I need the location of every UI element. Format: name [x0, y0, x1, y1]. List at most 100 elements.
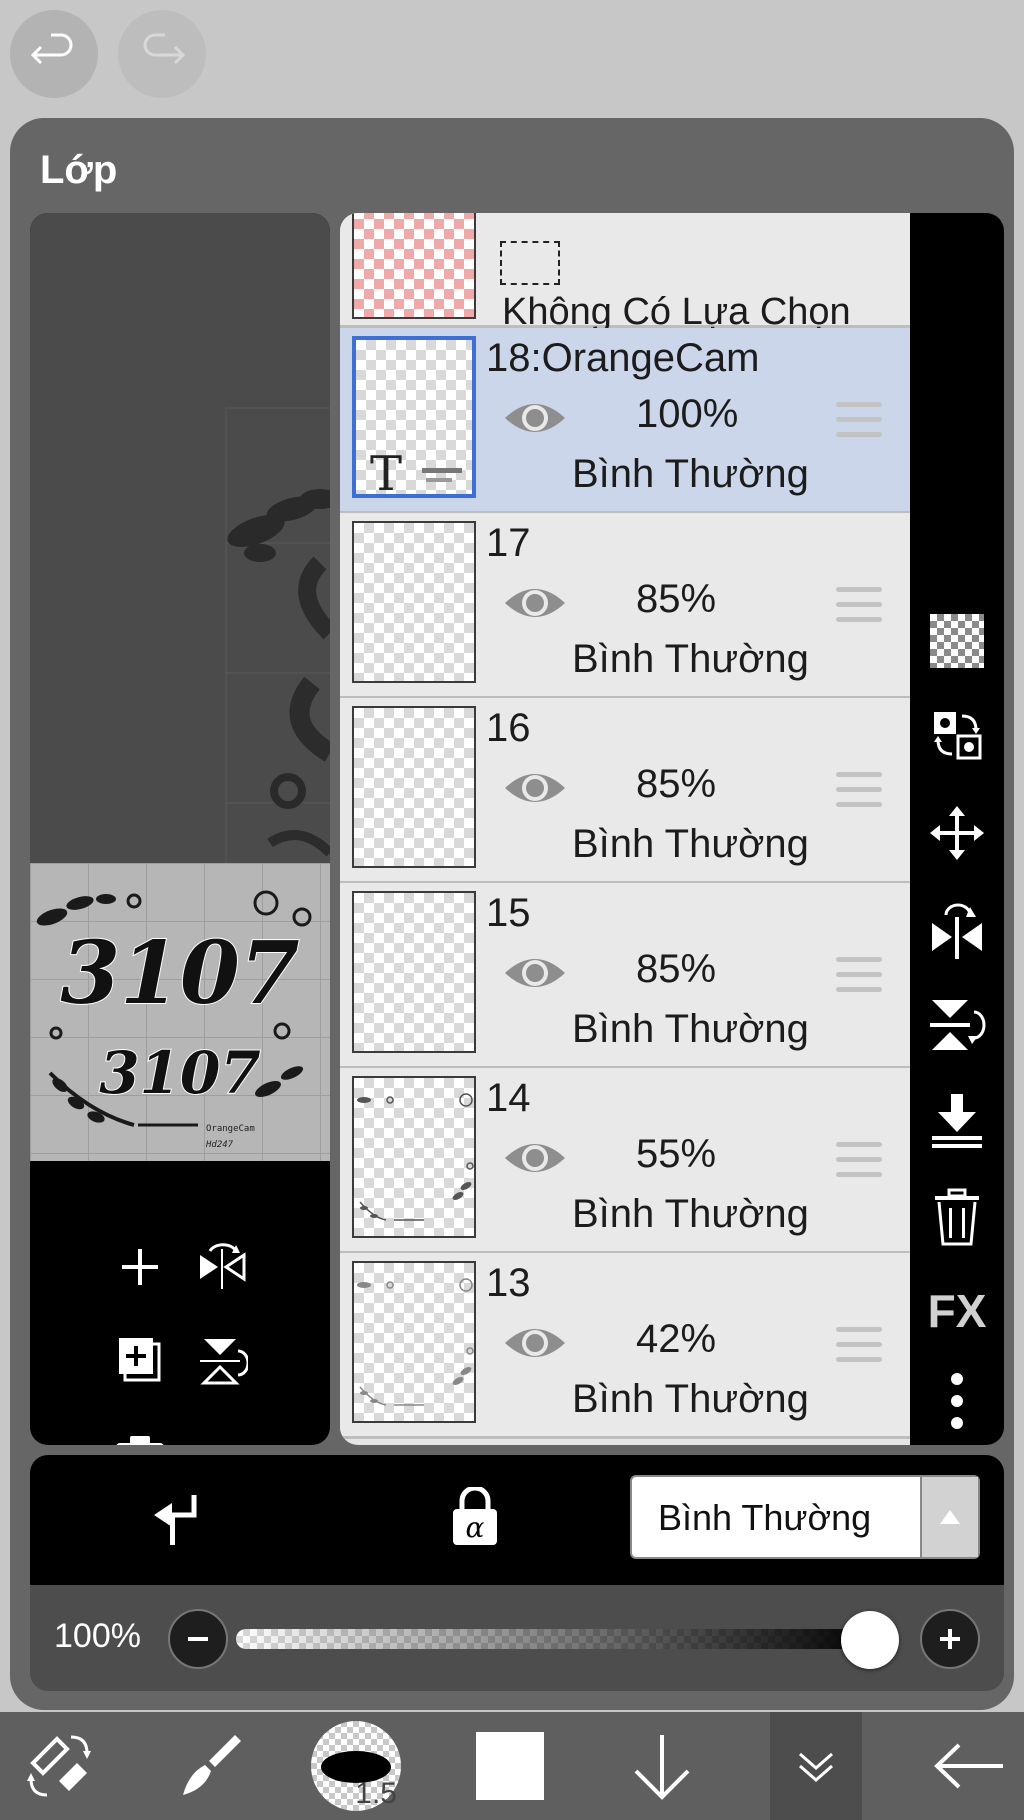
thumbnail-text-mark	[422, 468, 462, 473]
layer-thumbnail: T	[352, 336, 476, 498]
eye-icon	[505, 959, 565, 987]
flip-layer-horizontal-button[interactable]	[194, 1239, 250, 1295]
move-icon	[930, 806, 984, 860]
transform-eraser-icon	[27, 1735, 91, 1797]
layer-thumbnail	[352, 1076, 476, 1238]
eye-icon	[505, 404, 565, 432]
duplicate-layer-button[interactable]	[112, 1333, 168, 1389]
camera-button[interactable]	[112, 1427, 168, 1445]
selection-layer-row[interactable]: Không Có Lựa Chọn	[340, 213, 910, 333]
opacity-decrease-button[interactable]	[168, 1609, 228, 1669]
layer-opacity: 85%	[636, 947, 717, 991]
layer-thumbnail	[352, 891, 476, 1053]
layer-name: 17	[486, 521, 531, 565]
flip-horizontal-button[interactable]	[927, 901, 987, 961]
layer-blend-mode: Bình Thường	[572, 1192, 809, 1236]
flip-vertical-icon	[930, 1000, 986, 1050]
add-layer-icon	[119, 1338, 161, 1382]
import-button[interactable]	[612, 1712, 712, 1820]
visibility-toggle[interactable]	[502, 951, 568, 1000]
thumbnail-artwork: 3107 3107 OrangeCam Hd247	[36, 890, 312, 1150]
delete-layer-button[interactable]	[927, 1187, 987, 1247]
layer-row-13[interactable]: 13 42% Bình Thường	[340, 1253, 910, 1439]
layer-name: 14	[486, 1076, 531, 1120]
visibility-toggle[interactable]	[502, 1136, 568, 1185]
blend-mode-value: Bình Thường	[658, 1497, 872, 1538]
layer-blend-mode: Bình Thường	[572, 1377, 809, 1421]
flip-horizontal-icon	[200, 1243, 246, 1289]
visibility-toggle[interactable]	[502, 396, 568, 445]
fx-button[interactable]: FX	[927, 1281, 987, 1341]
layer-row-14[interactable]: 14 55% Bình Thường	[340, 1068, 910, 1254]
layer-options-bar: α Bình Thường	[30, 1455, 1004, 1585]
drag-handle-icon[interactable]	[836, 402, 882, 447]
canvas-preview[interactable]	[30, 213, 330, 863]
layer-name: 13	[486, 1261, 531, 1305]
canvas-thumbnail[interactable]: 3107 3107 OrangeCam Hd247	[30, 863, 330, 1161]
drag-handle-icon[interactable]	[836, 1142, 882, 1187]
blend-mode-select[interactable]: Bình Thường	[630, 1475, 980, 1559]
brush-size-button[interactable]: 1.5	[306, 1712, 406, 1820]
layer-name: 16	[486, 706, 531, 750]
trash-icon	[935, 1188, 979, 1246]
arrow-left-icon	[934, 1743, 1003, 1789]
layer-blend-mode: Bình Thường	[572, 452, 809, 496]
layer-panel-toggle-button[interactable]	[770, 1712, 862, 1820]
chevron-double-down-icon	[799, 1752, 833, 1782]
visibility-toggle[interactable]	[502, 581, 568, 630]
merge-down-icon	[932, 1094, 982, 1148]
visibility-toggle[interactable]	[502, 766, 568, 815]
opacity-slider-track[interactable]	[236, 1629, 876, 1649]
canvas-artwork	[225, 407, 330, 863]
brush-size-preview: 1.5	[311, 1721, 401, 1811]
layer-blend-mode: Bình Thường	[572, 1007, 809, 1051]
swap-icon	[934, 712, 982, 760]
layer-thumbnail	[352, 521, 476, 683]
camera-icon	[116, 1436, 164, 1445]
transparency-button[interactable]	[927, 611, 987, 671]
layer-list[interactable]: Không Có Lựa Chọn T 18:OrangeCam 100% Bì…	[340, 213, 910, 1445]
swap-layer-button[interactable]	[927, 705, 987, 765]
alpha-lock-button[interactable]: α	[450, 1485, 500, 1552]
layer-thumbnail-art	[357, 1093, 474, 1221]
visibility-toggle[interactable]	[502, 1321, 568, 1370]
layer-opacity: 85%	[636, 762, 717, 806]
drag-handle-icon[interactable]	[836, 957, 882, 1002]
clipping-button[interactable]	[150, 1491, 200, 1554]
merge-down-button[interactable]	[927, 1091, 987, 1151]
layer-row-17[interactable]: 17 85% Bình Thường	[340, 513, 910, 699]
clipping-icon	[154, 1495, 197, 1545]
brush-tool-button[interactable]	[160, 1712, 260, 1820]
opacity-slider-handle[interactable]	[841, 1611, 899, 1669]
panel-title: Lớp	[40, 148, 118, 192]
thumbnail-small-text: 3107	[99, 1039, 260, 1107]
flip-vertical-button[interactable]	[927, 995, 987, 1055]
color-button[interactable]	[460, 1712, 560, 1820]
layer-row-15[interactable]: 15 85% Bình Thường	[340, 883, 910, 1069]
color-swatch	[476, 1732, 544, 1800]
more-button[interactable]	[927, 1371, 987, 1431]
drag-handle-icon[interactable]	[836, 587, 882, 632]
layer-name: 15	[486, 891, 531, 935]
layer-thumbnail-art	[357, 1278, 474, 1406]
undo-button[interactable]	[10, 10, 98, 98]
more-icon	[951, 1373, 963, 1429]
plus-icon	[940, 1629, 960, 1649]
layer-blend-mode: Bình Thường	[572, 637, 809, 681]
move-layer-button[interactable]	[927, 803, 987, 863]
layer-row-16[interactable]: 16 85% Bình Thường	[340, 698, 910, 884]
selection-marquee-icon	[500, 241, 560, 285]
drag-handle-icon[interactable]	[836, 1327, 882, 1372]
opacity-value: 100%	[54, 1617, 141, 1655]
opacity-increase-button[interactable]	[920, 1609, 980, 1669]
flip-layer-vertical-button[interactable]	[194, 1333, 250, 1389]
drag-handle-icon[interactable]	[836, 772, 882, 817]
transform-tool-button[interactable]	[10, 1712, 110, 1820]
back-button[interactable]	[920, 1712, 1020, 1820]
add-layer-button[interactable]	[112, 1239, 168, 1295]
layer-opacity: 55%	[636, 1132, 717, 1176]
layer-row-18[interactable]: T 18:OrangeCam 100% Bình Thường	[340, 328, 910, 514]
layer-opacity: 85%	[636, 577, 717, 621]
redo-button[interactable]	[118, 10, 206, 98]
selection-layer-thumbnail	[352, 213, 476, 319]
